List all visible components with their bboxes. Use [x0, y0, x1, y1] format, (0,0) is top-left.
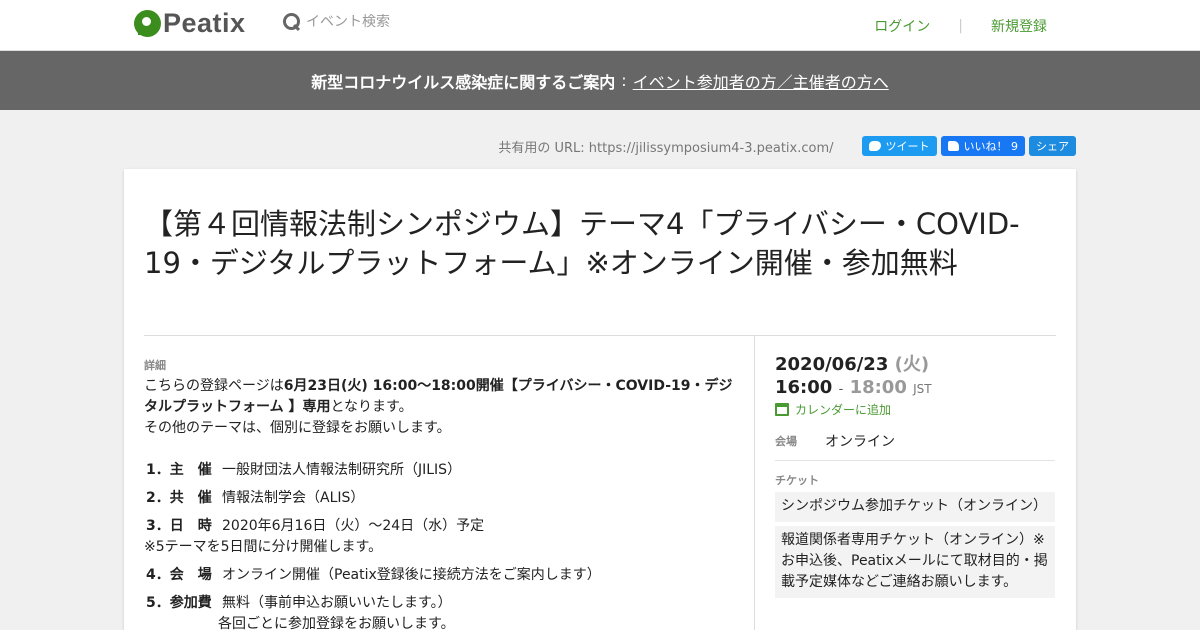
calendar-icon [775, 403, 789, 416]
desc-post: となります。 [330, 399, 413, 415]
top-navbar: Peatix ログイン | 新規登録 [0, 0, 1200, 51]
info-key: 3．日 時 [146, 518, 212, 534]
event-description: こちらの登録ページは6月23日(火) 16:00～18:00開催【プライバシー・… [144, 376, 734, 439]
details-label: 詳細 [144, 359, 166, 372]
info-key: 1．主 催 [146, 462, 212, 478]
event-title: 【第４回情報法制シンポジウム】テーマ4「プライバシー・COVID-19・デジタル… [144, 207, 1020, 280]
info-key: 4．会 場 [146, 567, 212, 583]
thumbs-up-icon [947, 141, 959, 151]
event-sidebar: 2020/06/23 (火) 16:00 - 18:00 JST カレンダーに追… [754, 335, 1056, 630]
ticket-label: チケット [775, 474, 819, 487]
ticket-item: シンポジウム参加チケット（オンライン） [775, 492, 1055, 522]
calendar-label: カレンダーに追加 [795, 403, 892, 417]
info-item: 1．主 催一般財団法人情報法制研究所（JILIS） [144, 460, 734, 481]
timezone: JST [913, 382, 932, 396]
notice-colon: : [621, 71, 627, 90]
info-value: 情報法制学会（ALIS） [222, 490, 365, 506]
peatix-logo[interactable]: Peatix [134, 8, 246, 39]
info-list: 1．主 催一般財団法人情報法制研究所（JILIS） 2．共 催情報法制学会（AL… [144, 460, 734, 630]
start-time: 16:00 [775, 377, 833, 398]
venue-label: 会場 [775, 435, 797, 448]
info-item: 3．日 時 2020年6月16日（火）～24日（水）予定 ※5テーマを5日間に分け… [144, 516, 734, 558]
info-extra: ※5テーマを5日間に分け開催します。 [144, 539, 383, 555]
search-icon[interactable] [282, 12, 302, 32]
event-datetime: 2020/06/23 (火) 16:00 - 18:00 JST カレンダーに追… [775, 350, 1056, 418]
login-link[interactable]: ログイン [874, 16, 930, 36]
peatix-logo-icon [134, 10, 161, 37]
info-sub: 各回ごとに参加登録をお願いします。 [218, 616, 455, 630]
nav-separator: | [958, 18, 963, 34]
logo-text: Peatix [163, 8, 246, 38]
info-key: 5．参加費 [146, 595, 212, 611]
event-time: 16:00 - 18:00 JST [775, 377, 1056, 398]
info-value: 一般財団法人情報法制研究所（JILIS） [222, 462, 462, 478]
event-details: 詳細 こちらの登録ページは6月23日(火) 16:00～18:00開催【プライバ… [144, 357, 734, 630]
info-value: 無料（事前申込お願いいたします。） [222, 595, 452, 611]
venue-row: 会場 オンライン [775, 431, 1055, 461]
twitter-icon [868, 141, 881, 151]
date-value: 2020/06/23 [775, 354, 889, 375]
share-label: シェア [1036, 140, 1069, 153]
share-row: 共有用の URL: https://jilissymposium4-3.peat… [498, 136, 1076, 156]
like-label: いいね！ 9 [963, 140, 1019, 153]
info-key: 2．共 催 [146, 490, 212, 506]
notice-link[interactable]: イベント参加者の方／主催者の方へ [633, 69, 889, 93]
venue-value: オンライン [825, 434, 895, 450]
tweet-button[interactable]: ツイート [861, 136, 937, 156]
share-url: 共有用の URL: https://jilissymposium4-3.peat… [498, 140, 834, 156]
signup-link[interactable]: 新規登録 [991, 16, 1047, 36]
event-date: 2020/06/23 (火) [775, 350, 1056, 376]
notice-title: 新型コロナウイルス感染症に関するご案内 [311, 72, 616, 92]
account-nav: ログイン | 新規登録 [874, 16, 1047, 36]
ticket-item: 報道関係者専用チケット（オンライン）※お申込後、Peatixメールにて取材目的・… [775, 526, 1055, 598]
event-card: 【第４回情報法制シンポジウム】テーマ4「プライバシー・COVID-19・デジタル… [124, 169, 1076, 630]
share-button[interactable]: シェア [1029, 136, 1076, 156]
info-item: 2．共 催情報法制学会（ALIS） [144, 488, 734, 509]
time-dash: - [838, 382, 844, 397]
end-time: 18:00 [849, 377, 907, 398]
search-input[interactable] [306, 14, 506, 30]
add-to-calendar-link[interactable]: カレンダーに追加 [775, 401, 1056, 418]
info-item: 5．参加費 無料（事前申込お願いいたします。） 各回ごとに参加登録をお願いします。 [144, 593, 734, 630]
covid-notice-bar: 新型コロナウイルス感染症に関するご案内 : イベント参加者の方／主催者の方へ [0, 51, 1200, 110]
desc-line2: その他のテーマは、個別に登録をお願いします。 [144, 420, 451, 436]
day-of-week: (火) [894, 354, 930, 375]
info-value: 2020年6月16日（火）～24日（水）予定 [222, 518, 485, 534]
desc-pre: こちらの登録ページは [144, 378, 284, 394]
search-bar [282, 12, 506, 32]
tweet-label: ツイート [885, 140, 930, 153]
like-button[interactable]: いいね！ 9 [940, 136, 1025, 156]
info-item: 4．会 場オンライン開催（Peatix登録後に接続方法をご案内します） [144, 565, 734, 586]
info-value: オンライン開催（Peatix登録後に接続方法をご案内します） [222, 567, 601, 583]
